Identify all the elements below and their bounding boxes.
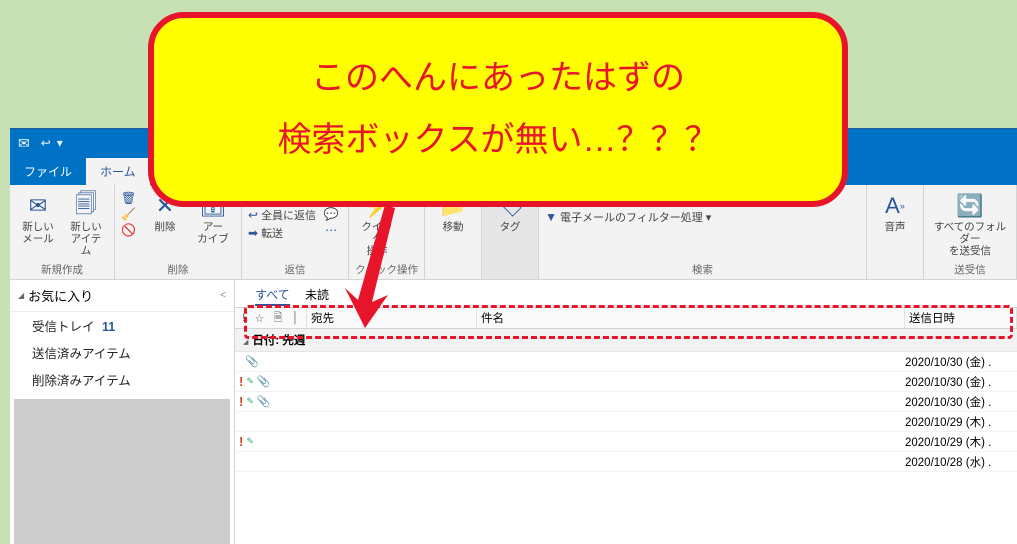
collapse-icon[interactable]: < — [220, 290, 226, 301]
row-icons: !✎ — [235, 434, 307, 449]
clean-button[interactable]: 🧹 — [121, 207, 139, 221]
send-receive-all-button[interactable]: 🔄 すべてのフォルダー を送受信 — [930, 189, 1010, 259]
chevron-down-icon: ▾ — [706, 211, 712, 224]
new-mail-button[interactable]: ✉ 新しい メール — [16, 189, 60, 247]
funnel-icon: ▼ — [545, 210, 557, 224]
mail-icon: ✉ — [29, 191, 47, 221]
qat-dropdown-icon[interactable]: ▾ — [57, 136, 63, 150]
message-row[interactable]: 2020/10/29 (木) . — [235, 412, 1017, 432]
attachment-icon: 📎 — [257, 375, 271, 388]
category-icon: ✎ — [246, 396, 254, 407]
favorites-header[interactable]: お気に入り < — [10, 280, 234, 312]
ignore-icon: 🗑 — [121, 191, 136, 205]
row-date: 2020/10/30 (金) . — [905, 394, 1017, 410]
importance-icon: ! — [239, 434, 243, 449]
im-icon: 💬 — [324, 207, 339, 221]
more-icon: ⋯ — [325, 223, 337, 237]
sendreceive-icon: 🔄 — [956, 191, 983, 221]
annotation-callout: このへんにあったはずの 検索ボックスが無い…？？？ — [148, 12, 848, 207]
qat-icon[interactable]: ↩ — [41, 136, 51, 150]
filter-unread[interactable]: 未読 — [305, 288, 329, 302]
attachment-icon: 📎 — [257, 395, 271, 408]
attachment-icon: 📎 — [245, 355, 259, 368]
row-date: 2020/10/29 (木) . — [905, 414, 1017, 430]
row-icons: !✎📎 — [235, 394, 307, 409]
callout-line2: 検索ボックスが無い…？？？ — [278, 110, 719, 171]
forward-icon: ➡ — [248, 226, 258, 240]
importance-icon: ! — [239, 374, 243, 389]
new-item-button[interactable]: 🗐 新しい アイテム — [64, 189, 108, 259]
nav-deleted[interactable]: 削除済みアイテム — [10, 366, 234, 393]
content-area: お気に入り < 受信トレイ 11 送信済みアイテム 削除済みアイテム すべて 未… — [10, 280, 1017, 544]
forward-button[interactable]: ➡転送 — [248, 225, 316, 241]
clean-icon: 🧹 — [121, 207, 136, 221]
voice-button[interactable]: A» 音声 — [873, 189, 917, 235]
category-icon: ✎ — [246, 376, 254, 387]
row-date: 2020/10/28 (水) . — [905, 454, 1017, 470]
importance-icon: ! — [242, 312, 245, 324]
nav-inbox[interactable]: 受信トレイ 11 — [10, 312, 234, 339]
ribbon-group-sendreceive: 🔄 すべてのフォルダー を送受信 送受信 — [924, 185, 1017, 279]
col-subject[interactable]: 件名 — [477, 308, 905, 328]
message-row[interactable]: !✎ 2020/10/29 (木) . — [235, 432, 1017, 452]
col-date[interactable]: 送信日時 — [905, 308, 1017, 328]
junk-button[interactable]: 🚫 — [121, 223, 139, 237]
col-icons[interactable]: !☆🗎│ — [235, 308, 307, 328]
navigation-pane: お気に入り < 受信トレイ 11 送信済みアイテム 削除済みアイテム — [10, 280, 235, 544]
reply-all-button[interactable]: ↩全員に返信 — [248, 207, 316, 223]
tab-home[interactable]: ホーム — [86, 158, 150, 185]
row-date: 2020/10/30 (金) . — [905, 374, 1017, 390]
annotation-arrow — [340, 200, 400, 335]
category-icon: ✎ — [246, 436, 254, 447]
im-button[interactable]: 💬 — [324, 207, 339, 221]
app-icon: ✉ — [18, 135, 30, 152]
message-row[interactable]: 📎 2020/10/30 (金) . — [235, 352, 1017, 372]
new-item-icon: 🗐 — [75, 191, 97, 221]
more-respond-button[interactable]: ⋯ — [325, 223, 337, 237]
nav-spacer — [14, 399, 230, 544]
message-row[interactable]: !✎📎 2020/10/30 (金) . — [235, 372, 1017, 392]
row-date: 2020/10/29 (木) . — [905, 434, 1017, 450]
reminder-icon: ☆ — [255, 312, 265, 325]
ribbon-group-new: ✉ 新しい メール 🗐 新しい アイテム 新規作成 — [10, 185, 115, 279]
message-row[interactable]: 2020/10/28 (水) . — [235, 452, 1017, 472]
callout-line1: このへんにあったはずの — [311, 48, 685, 109]
junk-icon: 🚫 — [121, 223, 136, 237]
inbox-count: 11 — [102, 320, 115, 334]
ribbon-group-voice: A» 音声 — [867, 185, 924, 279]
row-date: 2020/10/30 (金) . — [905, 354, 1017, 370]
attachment-header-icon: 🗎 — [274, 309, 283, 328]
row-icons: 📎 — [235, 355, 307, 368]
tab-file[interactable]: ファイル — [10, 158, 86, 185]
importance-icon: ! — [239, 394, 243, 409]
nav-sent[interactable]: 送信済みアイテム — [10, 339, 234, 366]
ignore-button[interactable]: 🗑 — [121, 191, 139, 205]
reply-all-icon: ↩ — [248, 208, 258, 222]
voice-icon: A» — [885, 191, 905, 221]
filter-email-button[interactable]: ▼電子メールのフィルター処理 ▾ — [545, 209, 711, 225]
message-row[interactable]: !✎📎 2020/10/30 (金) . — [235, 392, 1017, 412]
row-icons: !✎📎 — [235, 374, 307, 389]
filter-all[interactable]: すべて — [255, 288, 290, 306]
